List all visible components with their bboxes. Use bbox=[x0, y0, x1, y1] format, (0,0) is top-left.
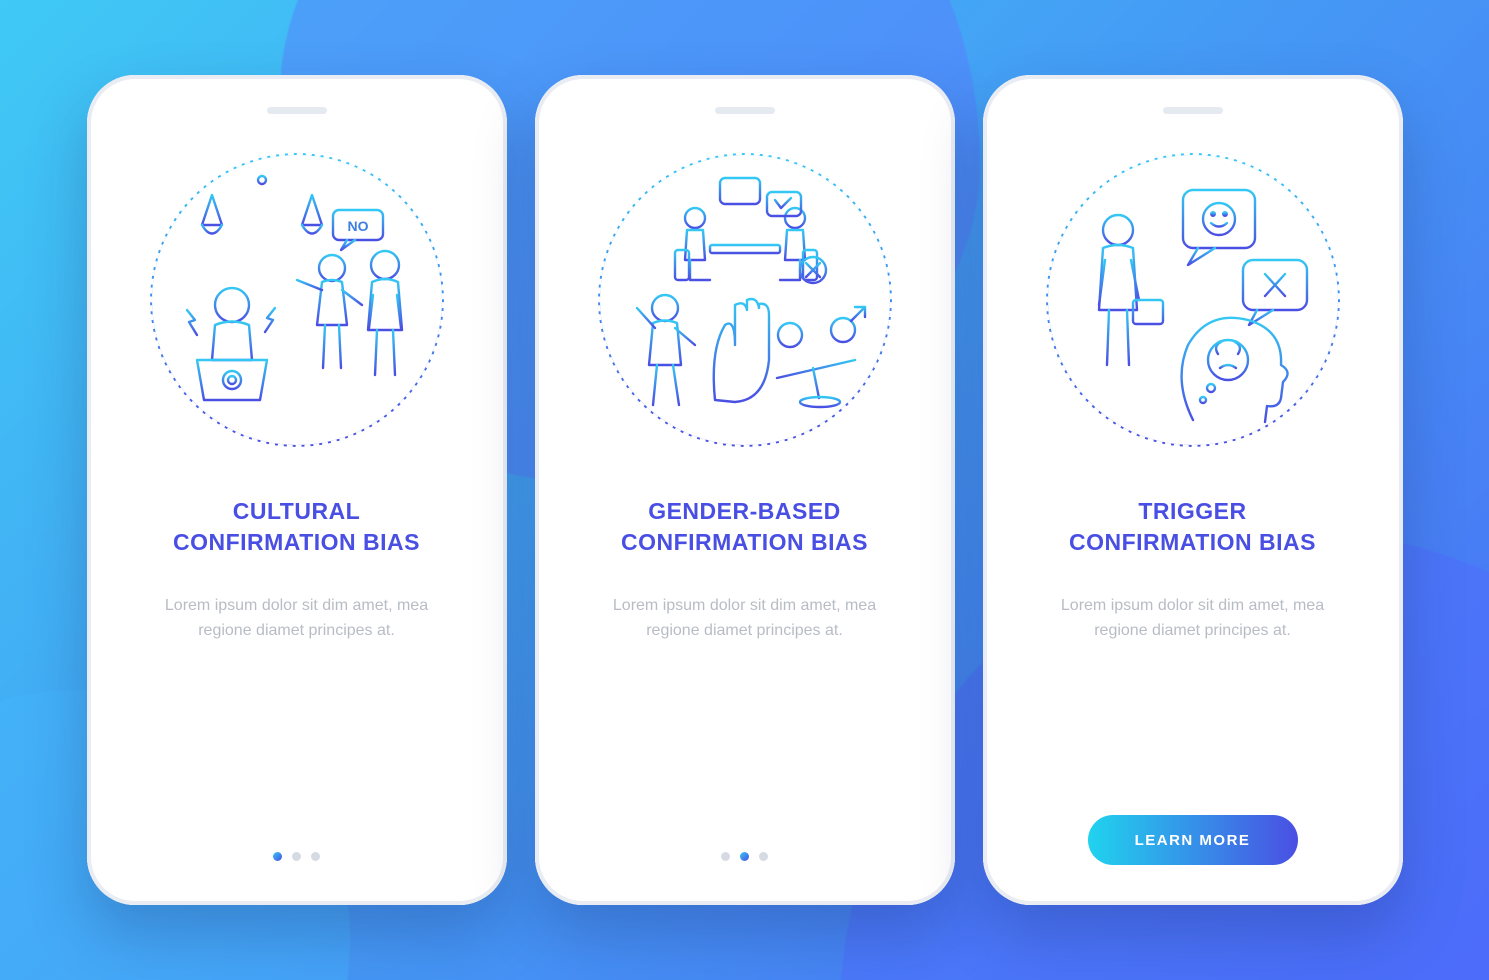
onboarding-background: NO bbox=[0, 0, 1489, 980]
phone-row: NO bbox=[87, 75, 1403, 905]
card-body: Lorem ipsum dolor sit dim amet, mea regi… bbox=[595, 594, 895, 644]
onboarding-card-3: TRIGGER CONFIRMATION BIAS Lorem ipsum do… bbox=[983, 75, 1403, 905]
card-title: GENDER-BASED CONFIRMATION BIAS bbox=[621, 496, 868, 558]
onboarding-card-2: GENDER-BASED CONFIRMATION BIAS Lorem ips… bbox=[535, 75, 955, 905]
phone-speaker bbox=[267, 107, 327, 114]
onboarding-card-1: NO bbox=[87, 75, 507, 905]
card-body: Lorem ipsum dolor sit dim amet, mea regi… bbox=[1043, 594, 1343, 644]
dot-2[interactable] bbox=[292, 852, 301, 861]
dot-1[interactable] bbox=[721, 852, 730, 861]
dot-1[interactable] bbox=[273, 852, 282, 861]
illustration-cultural-bias-icon: NO bbox=[147, 150, 447, 450]
illustration-trigger-bias-icon bbox=[1043, 150, 1343, 450]
dot-2[interactable] bbox=[740, 852, 749, 861]
dot-3[interactable] bbox=[311, 852, 320, 861]
card-body: Lorem ipsum dolor sit dim amet, mea regi… bbox=[147, 594, 447, 644]
learn-more-button[interactable]: LEARN MORE bbox=[1088, 815, 1298, 865]
pagination-dots bbox=[721, 852, 768, 861]
card-title: TRIGGER CONFIRMATION BIAS bbox=[1069, 496, 1316, 558]
pagination-dots bbox=[273, 852, 320, 861]
speech-no-label: NO bbox=[347, 218, 368, 234]
dot-3[interactable] bbox=[759, 852, 768, 861]
card-title: CULTURAL CONFIRMATION BIAS bbox=[173, 496, 420, 558]
illustration-gender-bias-icon bbox=[595, 150, 895, 450]
phone-speaker bbox=[715, 107, 775, 114]
phone-speaker bbox=[1163, 107, 1223, 114]
